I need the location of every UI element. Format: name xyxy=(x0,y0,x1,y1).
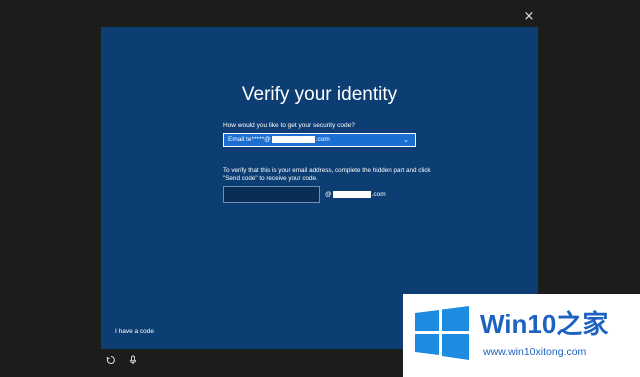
have-code-link[interactable]: I have a code xyxy=(115,328,154,335)
method-select-suffix: .com xyxy=(315,136,330,143)
email-domain-label: @ .com xyxy=(325,191,386,198)
ease-of-access-icon[interactable] xyxy=(106,355,116,365)
microphone-icon[interactable] xyxy=(128,355,138,365)
redacted-block xyxy=(271,135,315,143)
windows-logo-icon xyxy=(415,306,469,360)
hidden-email-input[interactable] xyxy=(223,186,320,203)
redacted-domain-block xyxy=(332,191,371,198)
watermark: Win10之家 www.win10xitong.com xyxy=(403,294,640,377)
dialog-title: Verify your identity xyxy=(241,84,398,105)
watermark-brand-en: Win10 xyxy=(480,309,557,339)
security-code-method-select[interactable]: Email te*****@ .com ⌄ xyxy=(223,133,416,147)
verify-explanation: To verify that this is your email addres… xyxy=(223,167,431,182)
chevron-down-icon: ⌄ xyxy=(403,136,409,144)
watermark-brand: Win10之家 xyxy=(480,304,608,341)
domain-suffix: .com xyxy=(371,191,386,199)
watermark-url: www.win10xitong.com xyxy=(483,346,587,358)
security-code-question: How would you like to get your security … xyxy=(223,122,355,129)
domain-at: @ xyxy=(325,191,332,199)
method-select-prefix: Email te*****@ xyxy=(228,136,271,143)
watermark-brand-cn: 之家 xyxy=(556,309,609,339)
close-button[interactable]: × xyxy=(522,10,536,24)
